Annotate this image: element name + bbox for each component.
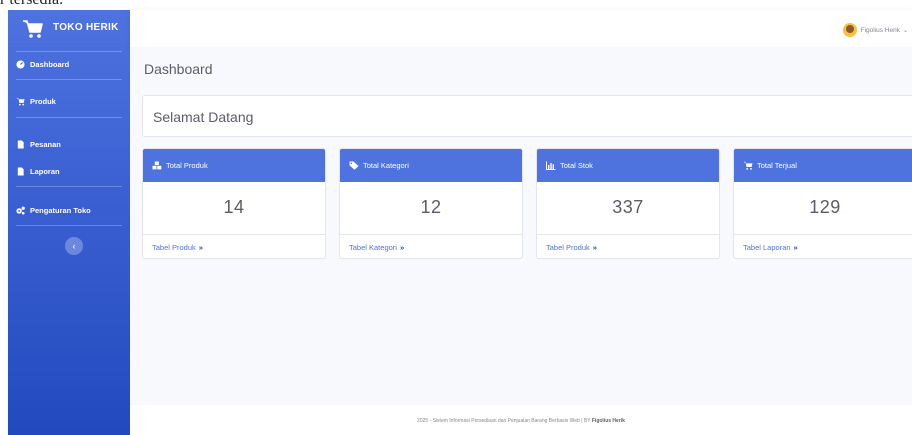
card-link-label: Tabel Laporan <box>743 243 791 252</box>
sidebar-brand[interactable]: TOKO HERIK <box>8 10 130 48</box>
tags-icon <box>349 161 359 170</box>
angle-double-right-icon: » <box>592 243 597 252</box>
main-content: Dashboard Selamat Datang Total Produk 14… <box>130 47 912 405</box>
top-strip-text: r tersedia. <box>0 0 63 9</box>
card-value: 12 <box>420 197 442 217</box>
sidebar-item-pengaturan-toko[interactable]: Pengaturan Toko <box>8 200 130 220</box>
sidebar-item-label: Pesanan <box>30 139 61 149</box>
file-icon <box>17 139 24 149</box>
sidebar-divider <box>16 186 122 187</box>
card-title: Total Kategori <box>363 161 409 170</box>
card-header: Total Kategori <box>340 149 522 182</box>
card-link-label: Tabel Kategori <box>349 243 397 252</box>
user-name: Figolius Herik <box>860 26 900 34</box>
sidebar-divider <box>16 225 122 226</box>
sidebar-divider <box>16 79 122 80</box>
cart-icon <box>743 161 753 170</box>
cubes-icon <box>152 161 162 170</box>
card-header: Total Produk <box>143 149 325 182</box>
sidebar-divider <box>16 51 122 52</box>
sidebar-item-laporan[interactable]: Laporan <box>8 161 130 181</box>
sidebar-item-label: Laporan <box>30 166 60 176</box>
stat-card-total-terjual: Total Terjual 129 Tabel Laporan » <box>733 148 912 259</box>
card-link[interactable]: Tabel Kategori » <box>340 234 522 258</box>
sidebar-item-pesanan[interactable]: Pesanan <box>8 134 130 154</box>
user-dropdown[interactable]: Figolius Herik ⌄ <box>842 23 908 37</box>
card-header: Total Terjual <box>734 149 912 182</box>
angle-double-right-icon: » <box>793 243 798 252</box>
sidebar-item-label: Produk <box>30 96 56 106</box>
topbar: Figolius Herik ⌄ <box>130 10 912 47</box>
stat-card-total-kategori: Total Kategori 12 Tabel Kategori » <box>339 148 523 259</box>
card-title: Total Terjual <box>757 161 797 170</box>
angle-double-right-icon: » <box>399 243 405 252</box>
footer-author: Figolius Herik <box>591 418 625 424</box>
stat-card-total-produk: Total Produk 14 Tabel Produk » <box>142 148 326 259</box>
cogs-icon <box>16 206 25 215</box>
sidebar: TOKO HERIK Dashboard Produk Pesanan Lapo… <box>8 10 130 435</box>
card-link-label: Tabel Produk <box>546 243 590 252</box>
chart-bar-icon <box>546 161 556 170</box>
card-link[interactable]: Tabel Produk » <box>537 234 719 258</box>
card-title: Total Produk <box>166 161 208 170</box>
top-strip: r tersedia. <box>0 0 912 10</box>
card-value: 129 <box>809 197 841 217</box>
card-link[interactable]: Tabel Produk » <box>143 234 325 258</box>
file-icon <box>17 166 24 176</box>
sidebar-item-dashboard[interactable]: Dashboard <box>8 54 130 74</box>
welcome-text: Selamat Datang <box>153 109 254 125</box>
sidebar-item-produk[interactable]: Produk <box>8 91 130 111</box>
cart-icon <box>16 97 25 106</box>
cart-icon <box>23 20 43 38</box>
card-title: Total Stok <box>560 161 593 170</box>
page-title: Dashboard <box>144 61 213 77</box>
angle-double-right-icon: » <box>198 243 203 252</box>
stat-card-total-stok: Total Stok 337 Tabel Produk » <box>536 148 720 259</box>
footer-text: 2025 - Sistem Informasi Persediaan dan P… <box>130 418 912 424</box>
footer-copyright: 2025 - Sistem Informasi Persediaan dan P… <box>417 418 592 424</box>
sidebar-item-label: Pengaturan Toko <box>30 205 91 215</box>
card-header: Total Stok <box>537 149 719 182</box>
tachometer-icon <box>16 59 25 69</box>
card-link[interactable]: Tabel Laporan » <box>734 234 912 258</box>
chevron-down-icon: ⌄ <box>902 27 908 34</box>
footer: 2025 - Sistem Informasi Persediaan dan P… <box>130 405 912 435</box>
brand-name: TOKO HERIK <box>53 22 119 33</box>
avatar <box>842 23 857 37</box>
sidebar-divider <box>16 117 122 118</box>
sidebar-item-label: Dashboard <box>30 59 70 69</box>
welcome-card: Selamat Datang <box>142 95 912 137</box>
sidebar-toggle-button[interactable]: ‹ <box>65 237 83 255</box>
card-link-label: Tabel Produk <box>152 243 196 252</box>
card-value: 337 <box>612 197 644 217</box>
card-value: 14 <box>223 197 245 217</box>
chevron-left-icon: ‹ <box>72 240 76 251</box>
